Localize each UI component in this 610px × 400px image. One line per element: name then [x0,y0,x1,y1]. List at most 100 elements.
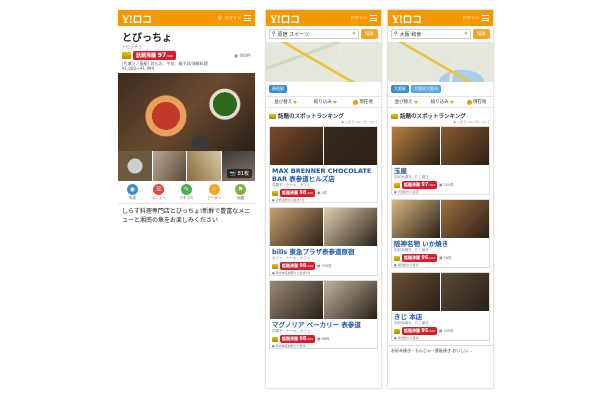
login-link[interactable]: ログイン [463,15,479,21]
chip-station[interactable]: 原宿駅 [269,85,287,93]
main-photo[interactable] [118,73,255,151]
login-link[interactable]: ログイン [351,15,367,21]
location-icon [466,99,472,105]
chevron-down-icon [293,100,298,104]
sort-bar: 並び替え 絞り込み 現在地 [388,96,493,108]
crown-icon [272,336,278,342]
app-logo[interactable]: Y!ロコ [270,11,300,26]
search-button[interactable]: 検索 [473,29,490,39]
rank-row: 話題沸騰 97/100 ▦ 400件 [118,50,255,61]
hamburger-menu-icon[interactable] [370,15,377,21]
spot-card[interactable]: 玉屋 お好み焼き、たこ焼き 話題沸騰 97/100 ▦ 250件 ● 大阪駅から徒歩 [391,126,490,195]
spot-photo[interactable] [270,208,323,246]
spot-photos [392,127,489,165]
spot-name[interactable]: bills 東急プラザ表参道原宿 [270,246,377,256]
app-logo[interactable]: Y!ロコ [392,11,422,26]
current-location-button[interactable]: 現在地 [466,99,486,105]
area-map[interactable] [388,42,493,82]
spot-rank-row: 話題沸騰 98/100 ▦ 0件 [270,188,377,198]
ranking-heading: 話題のスポットランキング [388,108,493,120]
thumbnail[interactable] [152,151,186,181]
photo-count[interactable]: 📷 81枚 [226,169,252,178]
area-chips: 原宿駅 [266,82,381,96]
spot-card[interactable]: 阪神名物 いか焼き お好み焼き、たこ焼き 話題沸騰 96/100 ▦ 28件 ● 梅田駅… [391,199,490,268]
clear-icon[interactable]: ✕ [352,31,356,37]
area-map[interactable] [266,42,381,82]
chip-station[interactable]: 大阪駅 [391,85,409,93]
search-icon[interactable]: ⚲ [218,15,222,22]
sort-button[interactable]: 並び替え [274,99,298,105]
thumbnail[interactable] [118,151,152,181]
spot-photo[interactable] [324,281,377,319]
shop-description: しらす料理専門店とびっちょ!新鮮で豊富なメニューと湘南の魚をお楽しみください [122,208,251,224]
rank-badge: 話題沸騰 97/100 [133,51,176,60]
spot-photos [392,273,489,311]
tab-photos[interactable]: ◉ 写真 [126,184,138,201]
spot-card[interactable]: bills 東急プラザ表参道原宿 カフェ、ケーキ、カフェ 話題沸騰 98/100 ▦ … [269,207,378,276]
price-range: ¥1,000〜¥1,999 [122,66,154,71]
spot-card[interactable]: マグノリア ベーカリー 表参道 洋菓子、ケーキ、カフェ 話題沸騰 98/100 ▦ 8… [269,280,378,349]
spot-photo[interactable] [392,273,440,311]
spot-photo[interactable] [324,127,377,165]
tab-menu[interactable]: ☰ メニュー [152,184,166,201]
chevron-down-icon [413,100,418,104]
review-icon: ✎ [180,184,192,195]
app-logo[interactable]: Y!ロコ [122,11,152,26]
bookmark-count[interactable]: ▦ 400件 [234,53,251,59]
spot-name[interactable]: 阪神名物 いか焼き [392,238,489,248]
spot-name[interactable]: きじ 本店 [392,311,489,321]
search-button[interactable]: 検索 [361,29,378,39]
hamburger-menu-icon[interactable] [482,15,489,21]
hamburger-menu-icon[interactable] [244,15,251,21]
spot-photo[interactable] [270,281,323,319]
spot-photo[interactable] [392,127,440,165]
chevron-down-icon [332,100,337,104]
review-count: ▦ 0件 [317,190,328,195]
photo-thumbnails: 📷 81枚 [118,151,255,181]
spot-card[interactable]: MAX BRENNER CHOCOLATE BAR 表参道ヒルズ店 洋菓子、ケーキ… [269,126,378,203]
tab-map[interactable]: ⚑ 地図 [235,184,247,201]
filter-button[interactable]: 絞り込み [314,99,337,105]
area-chips: 大阪駅 大阪府大阪市 [388,82,493,96]
coupon-icon: ♢ [208,184,220,195]
tab-coupon[interactable]: ♢ クーポン [207,184,221,201]
search-input[interactable]: ⚲ 原宿 スイーツ ✕ [269,29,359,39]
filter-button[interactable]: 絞り込み [431,99,454,105]
tab-reviews[interactable]: ✎ クチコミ [179,184,193,201]
spot-rank-row: 話題沸騰 98/100 ▦ 335件 [270,261,377,271]
bottom-category-text[interactable]: お好み焼き・もんじゃ・鉄板焼き おいしい… [388,345,493,356]
camera-icon: ◉ [126,184,138,195]
spot-name[interactable]: マグノリア ベーカリー 表参道 [270,319,377,329]
phone-list-osaka: Y!ロコ ログイン ⚲ 大阪 和食 ✕ 検索 大阪駅 大阪府大阪市 並び替え 絞… [388,10,493,388]
clear-icon[interactable]: ✕ [464,31,468,37]
current-location-button[interactable]: 現在地 [353,99,373,105]
review-count: ▦ 86件 [317,336,330,341]
chevron-down-icon [449,100,454,104]
chip-city[interactable]: 大阪府大阪市 [411,85,441,93]
search-input[interactable]: ⚲ 大阪 和食 ✕ [391,29,471,39]
search-icon: ⚲ [272,31,276,37]
map-pin-icon: ⚑ [235,184,247,195]
sort-button[interactable]: 並び替え [395,99,418,105]
spot-photos [392,200,489,238]
search-bar: ⚲ 大阪 和食 ✕ 検索 [388,26,493,42]
spot-access: ● 表参道駅から徒歩3分 [272,198,305,202]
spot-name[interactable]: MAX BRENNER CHOCOLATE BAR 表参道ヒルズ店 [270,165,377,183]
spot-photo[interactable] [441,127,489,165]
spot-photo[interactable] [324,208,377,246]
spot-photo[interactable] [441,200,489,238]
login-link[interactable]: ログイン [225,15,241,21]
page-title: とびっちょ [122,33,172,44]
thumbnail[interactable] [187,151,221,181]
spot-name[interactable]: 玉屋 [392,165,489,175]
spot-card[interactable]: きじ 本店 お好み焼き、たこ焼き 話題沸騰 95/100 ▦ 250件 ● 梅田駅から徒… [391,272,490,341]
spot-photo[interactable] [441,273,489,311]
review-count: ▦ 28件 [439,255,452,260]
crown-icon [272,190,278,196]
phone-detail-screen: Y!ロコ ⚲ ログイン とびっちょ トビッチョ 話題沸騰 97/100 ▦ 40… [118,10,255,242]
ranking-heading: 話題のスポットランキング [266,108,381,120]
spot-photo[interactable] [270,127,323,165]
rank-badge: 話題沸騰 97/100 [402,181,438,189]
spot-photo[interactable] [392,200,440,238]
sort-bar: 並び替え 絞り込み 現在地 [266,96,381,108]
